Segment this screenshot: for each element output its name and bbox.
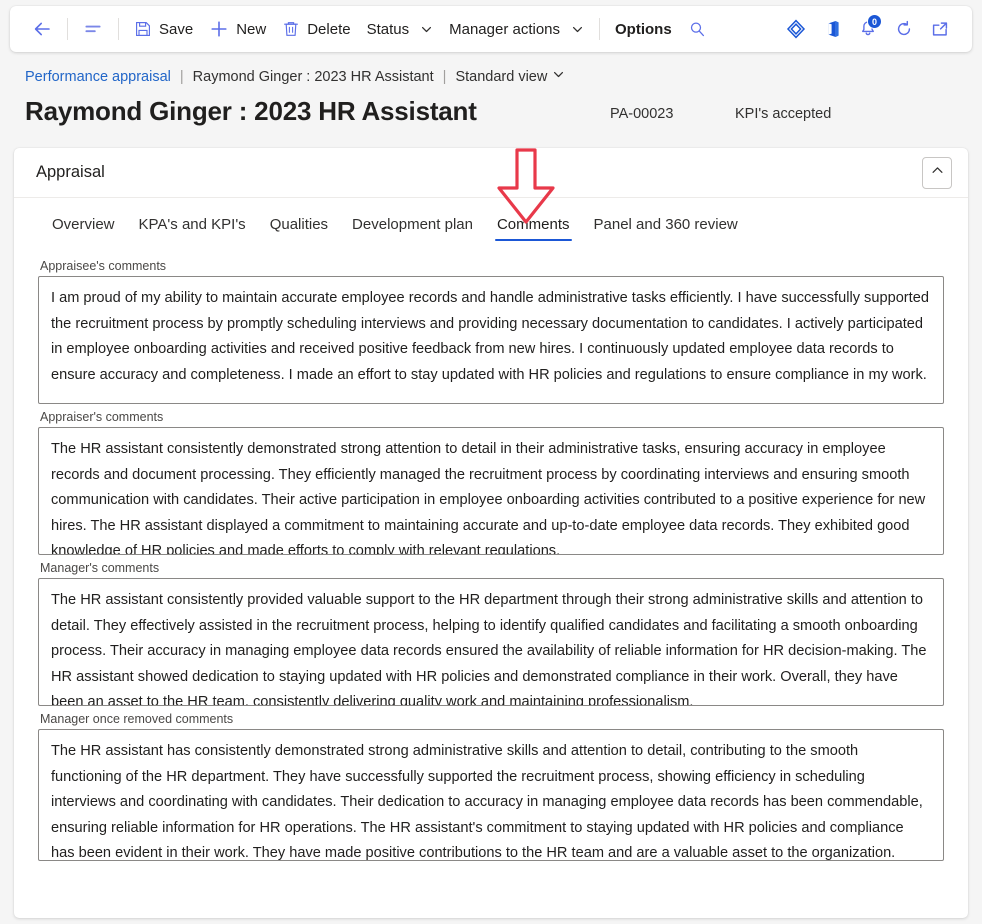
command-bar: Save New Delete Status Manager actions O…: [10, 6, 972, 52]
manager-comments-input[interactable]: [38, 578, 944, 706]
tab-kpas-and-kpis[interactable]: KPA's and KPI's: [127, 212, 258, 245]
open-in-new-icon: [930, 19, 950, 39]
tab-label: Qualities: [269, 216, 329, 233]
breadcrumb-module-link[interactable]: Performance appraisal: [25, 69, 171, 85]
field-label: Appraiser's comments: [40, 410, 164, 424]
status-badge: KPI's accepted: [735, 106, 832, 122]
divider: [118, 18, 119, 40]
office-apps-button[interactable]: [814, 13, 850, 45]
tab-label: Overview: [52, 216, 115, 233]
back-arrow-icon: [32, 19, 52, 39]
open-in-new-window-button[interactable]: [922, 13, 958, 45]
delete-button[interactable]: Delete: [274, 13, 358, 45]
new-label: New: [236, 20, 267, 38]
manager-actions-menu-button[interactable]: Manager actions: [441, 13, 592, 45]
navigation-list-button[interactable]: [75, 13, 111, 45]
chevron-up-icon: [930, 163, 945, 183]
chevron-down-icon: [552, 68, 565, 85]
divider: [599, 18, 601, 40]
options-label: Options: [615, 20, 672, 38]
list-lines-icon: [83, 19, 103, 39]
appraiser-comments-input[interactable]: [38, 427, 944, 555]
refresh-icon: [894, 19, 914, 39]
view-selector[interactable]: Standard view: [455, 68, 565, 85]
dynamics-diamond-icon: [785, 18, 807, 40]
notifications-button[interactable]: 0: [850, 13, 886, 45]
manager-actions-label: Manager actions: [449, 20, 561, 38]
office-app-icon: [822, 19, 842, 39]
appraisal-card: Appraisal Overview KPA's and KPI's Quali…: [14, 148, 968, 918]
tab-panel-and-360-review[interactable]: Panel and 360 review: [582, 212, 750, 245]
tab-comments[interactable]: Comments: [485, 212, 582, 245]
card-title: Appraisal: [36, 163, 105, 181]
save-label: Save: [159, 20, 194, 38]
save-button[interactable]: Save: [126, 13, 201, 45]
tab-overview[interactable]: Overview: [40, 212, 127, 245]
field-manager-comments: Manager's comments: [26, 561, 956, 706]
chevron-down-icon: [571, 23, 584, 36]
tab-label: Panel and 360 review: [593, 216, 738, 233]
field-appraiser-comments: Appraiser's comments: [26, 410, 956, 555]
divider: [67, 18, 68, 40]
status-label: Status: [366, 20, 410, 38]
card-header: Appraisal: [14, 148, 968, 198]
field-manager-once-removed-comments: Manager once removed comments: [26, 712, 956, 861]
breadcrumb-record: Raymond Ginger : 2023 HR Assistant: [192, 68, 434, 85]
tab-label: KPA's and KPI's: [138, 216, 246, 233]
page-title: Raymond Ginger : 2023 HR Assistant: [25, 96, 477, 126]
dynamics-app-button[interactable]: [778, 13, 814, 45]
field-appraisee-comments: Appraisee's comments: [26, 259, 956, 404]
tab-label: Comments: [496, 216, 570, 233]
tab-development-plan[interactable]: Development plan: [340, 212, 485, 245]
collapse-section-button[interactable]: [922, 157, 952, 189]
app-page: Save New Delete Status Manager actions O…: [0, 0, 982, 924]
back-button[interactable]: [24, 13, 60, 45]
manager-once-removed-comments-input[interactable]: [38, 729, 944, 861]
chevron-down-icon: [420, 23, 433, 36]
notification-count-badge: 0: [867, 14, 882, 29]
tab-strip: Overview KPA's and KPI's Qualities Devel…: [14, 198, 968, 245]
breadcrumb-separator: |: [442, 68, 447, 85]
tab-label: Development plan: [352, 216, 473, 233]
breadcrumb: Performance appraisal | Raymond Ginger :…: [25, 68, 565, 85]
appraisee-comments-input[interactable]: [38, 276, 944, 404]
options-button[interactable]: Options: [607, 13, 680, 45]
field-label: Manager's comments: [40, 561, 160, 575]
tab-qualities[interactable]: Qualities: [258, 212, 340, 245]
refresh-button[interactable]: [886, 13, 922, 45]
delete-label: Delete: [307, 20, 351, 38]
search-icon: [688, 20, 707, 39]
view-selector-label: Standard view: [455, 68, 548, 85]
page-header: Raymond Ginger : 2023 HR Assistant PA-00…: [25, 96, 960, 127]
trash-icon: [282, 20, 300, 38]
plus-icon: [209, 19, 229, 39]
breadcrumb-separator: |: [179, 68, 184, 85]
status-menu-button[interactable]: Status: [359, 13, 442, 45]
new-button[interactable]: New: [201, 13, 274, 45]
field-label: Appraisee's comments: [40, 259, 167, 273]
save-floppy-icon: [134, 20, 152, 38]
field-label: Manager once removed comments: [40, 712, 234, 726]
comments-fields: Appraisee's comments Appraiser's comment…: [14, 245, 968, 883]
search-button[interactable]: [680, 13, 716, 45]
record-id: PA-00023: [610, 106, 674, 122]
